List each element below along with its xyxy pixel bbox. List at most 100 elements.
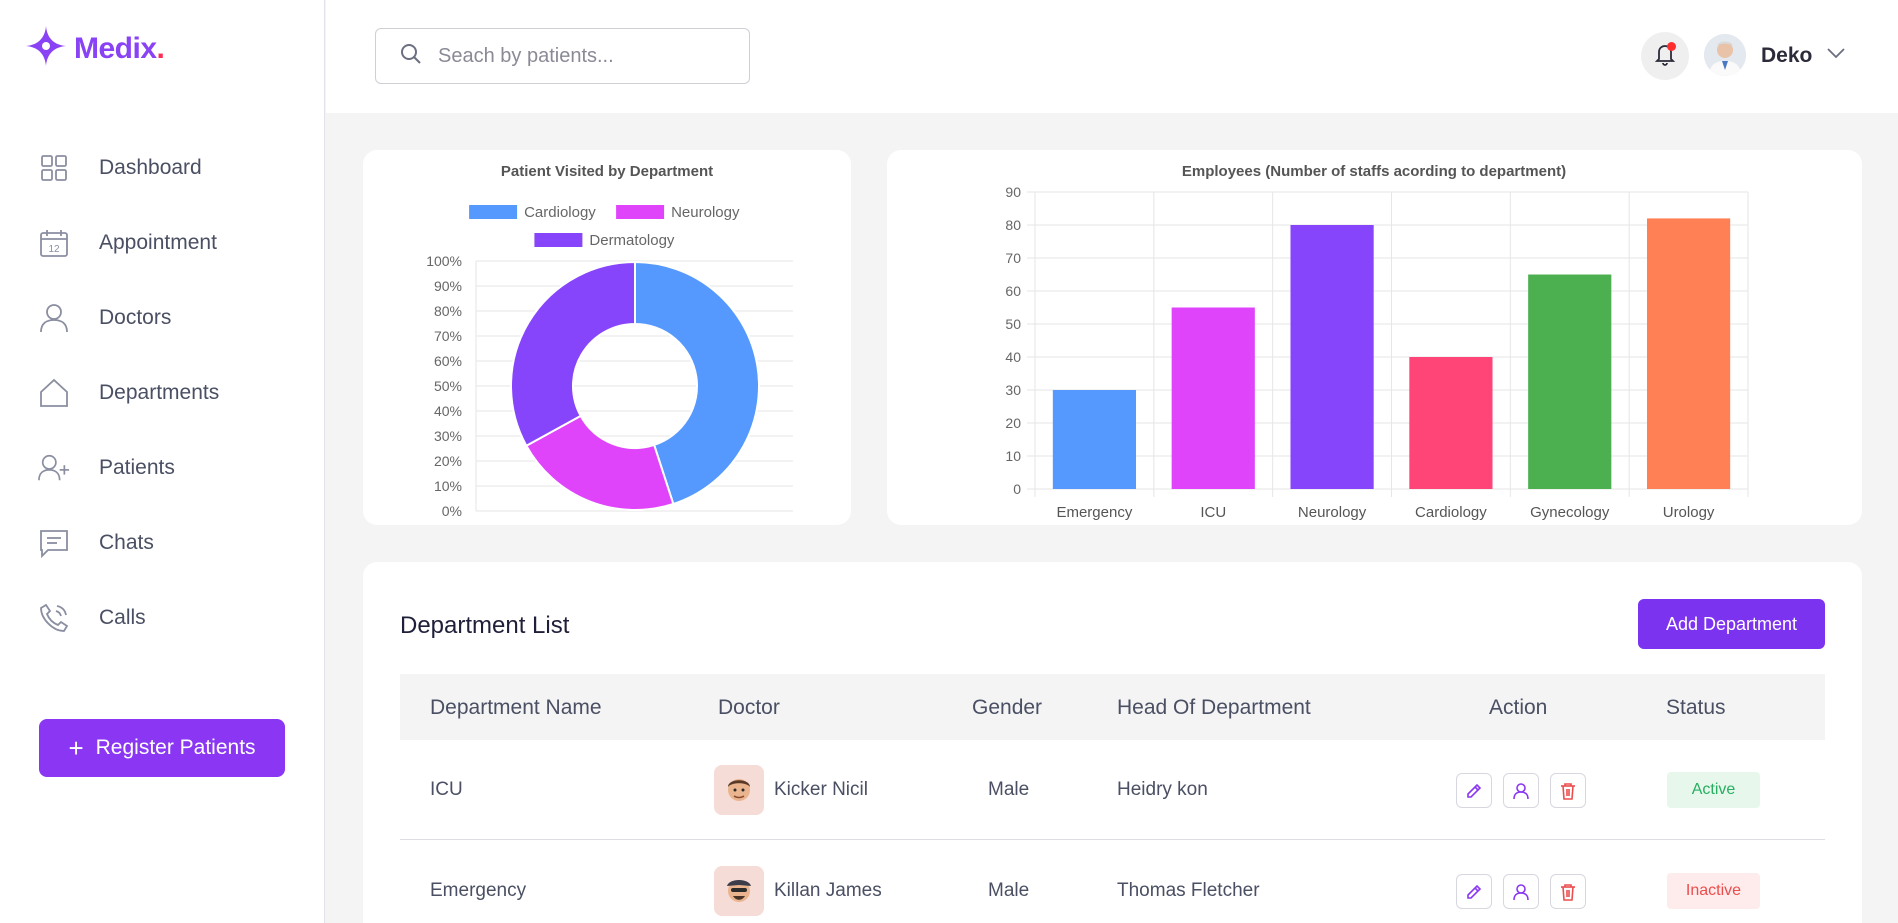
user-name[interactable]: Deko — [1761, 44, 1812, 68]
gender: Male — [988, 779, 1030, 800]
department-list-card: Department List Add Department Departmen… — [363, 562, 1862, 923]
user-plus-icon — [38, 452, 70, 484]
column-header: Action — [1489, 696, 1548, 719]
delete-button[interactable] — [1550, 874, 1586, 909]
tick-label: 10 — [1005, 448, 1021, 464]
bar-cardiology — [1409, 357, 1493, 489]
gender: Male — [988, 880, 1030, 901]
logo-icon — [24, 24, 68, 73]
bar-chart: Employees (Number of staffs acording to … — [1005, 163, 1749, 521]
pie-slice-dermatology — [510, 260, 636, 448]
sidebar-item-doctors[interactable]: Doctors — [0, 280, 324, 355]
trash-icon — [1561, 883, 1575, 901]
sidebar-item-appointment[interactable]: 12 Appointment — [0, 205, 324, 280]
pencil-icon — [1467, 783, 1482, 798]
bar-neurology — [1290, 225, 1374, 489]
sidebar-item-label: Dashboard — [99, 155, 202, 179]
chart-title: Employees (Number of staffs acording to … — [1182, 163, 1566, 180]
bar-icu — [1171, 307, 1255, 489]
head-of-department: Heidry kon — [1117, 779, 1208, 800]
sidebar-item-chats[interactable]: Chats — [0, 505, 324, 580]
column-header: Gender — [972, 696, 1043, 719]
legend-swatch — [534, 233, 583, 247]
doctor-avatar — [714, 765, 764, 815]
table-row: ICU Kicker Nicil Male Heidry kon Active — [400, 740, 1825, 840]
donut-chart: Patient Visited by Department Cardiology… — [426, 163, 793, 519]
sidebar-item-label: Appointment — [99, 230, 217, 254]
doctor-name: Kicker Nicil — [774, 779, 868, 800]
tick-label: 40 — [1005, 349, 1021, 365]
sidebar: Medix. Dashboard 12 Appointment Doctors … — [0, 0, 325, 923]
bar-urology — [1646, 218, 1731, 489]
table-header: Department Name Doctor Gender Head Of De… — [400, 674, 1825, 740]
delete-button[interactable] — [1550, 773, 1586, 808]
tick-label: 90 — [1005, 184, 1021, 200]
tick-label: 20% — [434, 453, 462, 469]
tick-label: 0 — [1013, 481, 1021, 497]
tick-label: 70% — [434, 328, 462, 344]
register-patients-button[interactable]: + Register Patients — [39, 719, 285, 777]
user-icon — [38, 302, 70, 334]
tick-label: 60% — [434, 353, 462, 369]
search-icon — [400, 43, 422, 70]
view-user-button[interactable] — [1503, 874, 1539, 909]
sidebar-item-label: Patients — [99, 455, 175, 479]
column-header: Department Name — [430, 696, 602, 719]
chart-title: Patient Visited by Department — [501, 163, 713, 180]
tick-label: 100% — [426, 253, 462, 269]
status-badge: Active — [1667, 772, 1760, 808]
column-header: Status — [1666, 696, 1726, 719]
x-tick-label: Urology — [1663, 504, 1715, 521]
table-row: Emergency Killan James Male Thomas Fletc… — [400, 841, 1825, 923]
doctor-avatar — [714, 866, 764, 916]
chevron-down-icon[interactable] — [1826, 46, 1846, 64]
search-box[interactable] — [375, 28, 750, 84]
tick-label: 30% — [434, 428, 462, 444]
column-header: Doctor — [718, 696, 780, 719]
legend-label: Dermatology — [589, 232, 675, 249]
legend-swatch — [469, 205, 518, 219]
department-name: ICU — [430, 779, 463, 800]
notification-button[interactable] — [1641, 32, 1689, 80]
sidebar-item-calls[interactable]: Calls — [0, 580, 324, 655]
status-badge: Inactive — [1667, 873, 1760, 909]
phone-icon — [38, 602, 70, 634]
sidebar-item-dashboard[interactable]: Dashboard — [0, 130, 324, 205]
sidebar-item-patients[interactable]: Patients — [0, 430, 324, 505]
user-icon — [1513, 883, 1529, 900]
x-tick-label: ICU — [1200, 504, 1226, 521]
x-tick-label: Neurology — [1298, 504, 1367, 521]
tick-label: 20 — [1005, 415, 1021, 431]
column-header: Head Of Department — [1117, 696, 1311, 719]
tick-label: 40% — [434, 403, 462, 419]
bar-gynecology — [1528, 274, 1612, 489]
sidebar-item-departments[interactable]: Departments — [0, 355, 324, 430]
user-icon — [1513, 782, 1529, 799]
search-input[interactable] — [438, 44, 728, 68]
trash-icon — [1561, 782, 1575, 800]
legend-swatch — [616, 205, 665, 219]
add-department-button[interactable]: Add Department — [1638, 599, 1825, 649]
tick-label: 80% — [434, 303, 462, 319]
sidebar-item-label: Doctors — [99, 305, 172, 329]
notification-dot — [1667, 42, 1676, 51]
edit-button[interactable] — [1456, 874, 1492, 909]
pencil-icon — [1467, 884, 1482, 899]
tick-label: 80 — [1005, 217, 1021, 233]
table-title: Department List — [400, 612, 570, 639]
tick-label: 50% — [434, 378, 462, 394]
chat-icon — [38, 527, 70, 559]
logo[interactable]: Medix. — [24, 24, 165, 73]
head-of-department: Thomas Fletcher — [1117, 880, 1260, 901]
bar-emergency — [1052, 390, 1137, 489]
tick-label: 30 — [1005, 382, 1021, 398]
view-user-button[interactable] — [1503, 773, 1539, 808]
doctor-name: Killan James — [774, 880, 882, 901]
avatar[interactable] — [1704, 34, 1746, 76]
edit-button[interactable] — [1456, 773, 1492, 808]
department-name: Emergency — [430, 880, 527, 901]
tick-label: 0% — [442, 503, 462, 519]
top-header: Deko — [326, 0, 1898, 113]
grid-icon — [38, 152, 70, 184]
legend-label: Cardiology — [524, 204, 596, 221]
